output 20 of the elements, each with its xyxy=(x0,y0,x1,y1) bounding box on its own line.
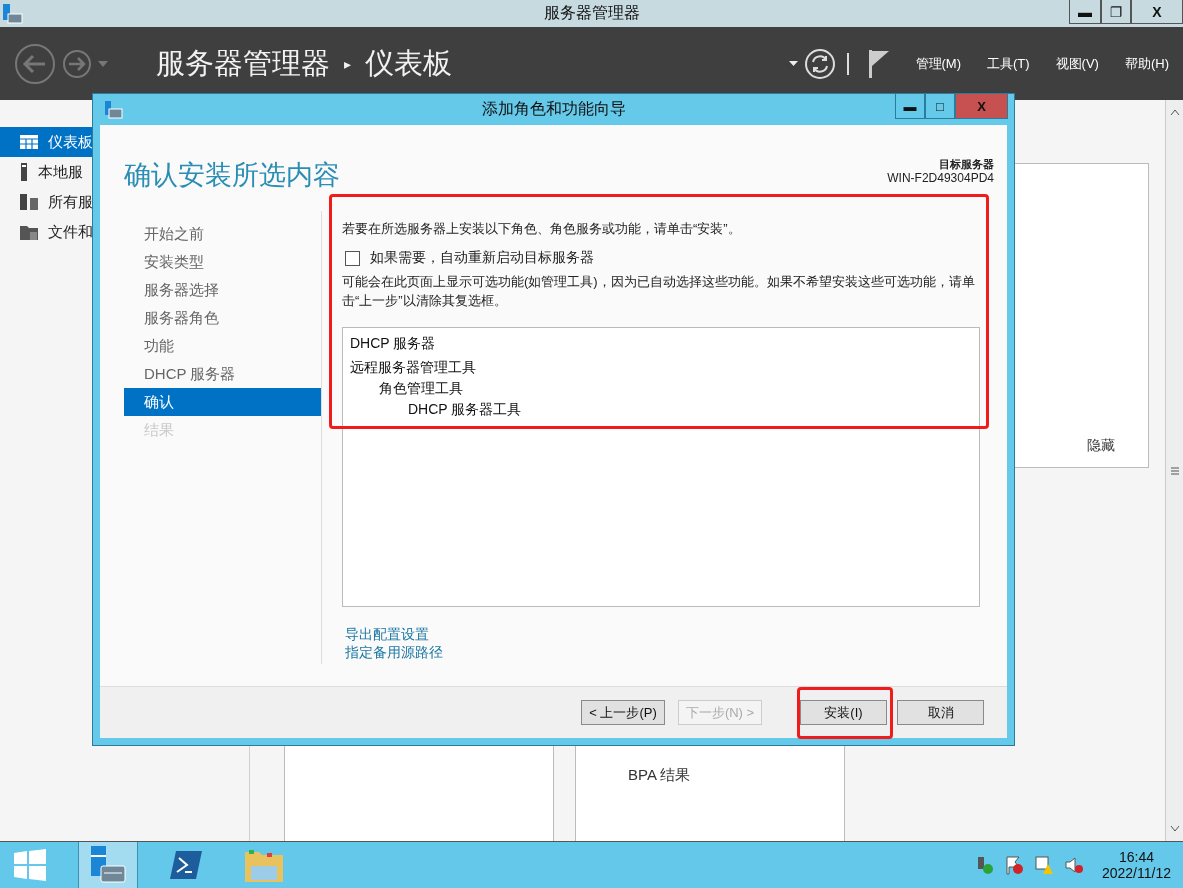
feature-item: 角色管理工具 xyxy=(379,379,464,398)
window-title: 服务器管理器 xyxy=(543,3,640,23)
intro-text: 若要在所选服务器上安装以下角色、角色服务或功能，请单击“安装”。 xyxy=(342,220,742,238)
feature-item: 远程服务器管理工具 xyxy=(350,358,477,377)
note-text: 可能会在此页面上显示可选功能(如管理工具)，因为已自动选择这些功能。如果不希望安装这些可选功能，请单击“上一步”以清除其复选框。 xyxy=(342,273,976,310)
sidebar-label: 文件和 xyxy=(48,222,93,242)
feature-item: DHCP 服务器工具 xyxy=(408,400,523,419)
clock-date: 2022/11/12 xyxy=(1101,865,1171,881)
checkbox-label: 如果需要，自动重新启动目标服务器 xyxy=(370,249,594,267)
feature-item: DHCP 服务器 xyxy=(350,334,437,353)
card-label: BPA 结果 xyxy=(628,766,691,783)
breadcrumb-separator: ▸ xyxy=(344,55,352,72)
sidebar-label: 仪表板 xyxy=(48,132,93,152)
target-server: WIN-F2D49304PD4 xyxy=(887,171,994,185)
dialog-title: 添加角色和功能向导 xyxy=(481,99,626,119)
page-heading: 确认安装所选内容 xyxy=(124,159,340,192)
sidebar-label: 本地服 xyxy=(38,162,83,182)
target-label: 目标服务器 xyxy=(939,157,994,171)
clock-time: 16:44 xyxy=(1118,849,1154,865)
sidebar-label: 所有服 xyxy=(48,192,93,212)
